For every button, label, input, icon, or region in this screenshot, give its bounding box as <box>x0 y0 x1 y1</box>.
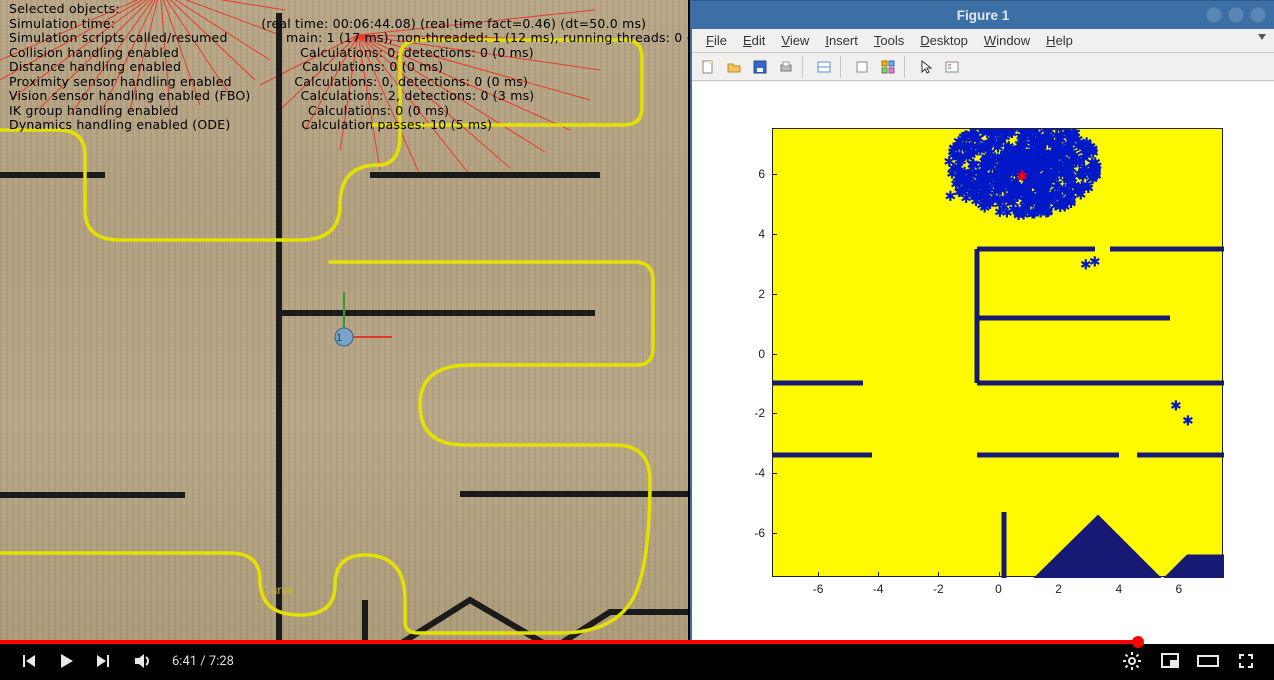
pointer-icon[interactable] <box>914 56 938 78</box>
svg-text:✱: ✱ <box>1087 169 1099 185</box>
ytick: 2 <box>758 287 765 301</box>
layout-grid-icon[interactable] <box>876 56 900 78</box>
sim-status-overlay: Selected objects: Simulation time: (real… <box>9 2 688 133</box>
chart-robot-estimate: ✱ <box>1016 168 1028 184</box>
ytick: -2 <box>754 406 765 420</box>
svg-text:1: 1 <box>336 332 342 344</box>
figure-titlebar[interactable]: Figure 1 <box>692 0 1274 29</box>
xtick: -2 <box>933 582 944 596</box>
menu-insert[interactable]: Insert <box>817 31 866 50</box>
svg-text:✱: ✱ <box>1089 254 1101 270</box>
svg-text:✱: ✱ <box>1047 166 1059 182</box>
svg-text:✱: ✱ <box>1016 168 1028 184</box>
settings-icon[interactable] <box>1118 647 1146 675</box>
ytick: -6 <box>754 526 765 540</box>
svg-text:✱: ✱ <box>1061 184 1073 200</box>
figure-title: Figure 1 <box>957 8 1010 23</box>
next-button[interactable] <box>90 647 118 675</box>
svg-text:✱: ✱ <box>1034 177 1046 193</box>
chevron-down-icon[interactable] <box>1258 34 1266 40</box>
menu-view[interactable]: View <box>773 31 817 50</box>
link-axes-icon[interactable] <box>812 56 836 78</box>
fullscreen-icon[interactable] <box>1232 647 1260 675</box>
close-icon[interactable] <box>1250 7 1266 23</box>
video-time: 6:41 / 7:28 <box>172 654 234 669</box>
menu-file[interactable]: File <box>698 31 735 50</box>
svg-text:✱: ✱ <box>947 160 959 176</box>
svg-text:✱: ✱ <box>945 188 957 204</box>
svg-text:✱: ✱ <box>974 129 986 135</box>
simulator-viewport[interactable]: 1 Selected objects: Simulation time: (re… <box>0 0 688 644</box>
xtick: -4 <box>873 582 884 596</box>
svg-text:✱: ✱ <box>1182 412 1194 428</box>
figure-menubar: File Edit View Insert Tools Desktop Wind… <box>692 29 1274 53</box>
new-file-icon[interactable] <box>696 56 720 78</box>
ytick: -4 <box>754 466 765 480</box>
svg-text:✱: ✱ <box>982 157 994 173</box>
xtick: -6 <box>813 582 824 596</box>
xtick: 0 <box>995 582 1002 596</box>
miniplayer-icon[interactable] <box>1156 647 1184 675</box>
curve-label: Curve <box>262 583 294 597</box>
xtick: 2 <box>1055 582 1062 596</box>
save-icon[interactable] <box>748 56 772 78</box>
play-button[interactable] <box>52 647 80 675</box>
ytick: 4 <box>758 227 765 241</box>
ytick: 0 <box>758 347 765 361</box>
open-folder-icon[interactable] <box>722 56 746 78</box>
svg-text:✱: ✱ <box>997 129 1009 135</box>
xtick: 6 <box>1176 582 1183 596</box>
menu-edit[interactable]: Edit <box>735 31 773 50</box>
layout-1-icon[interactable] <box>850 56 874 78</box>
insert-legend-icon[interactable] <box>940 56 964 78</box>
video-control-bar: 6:41 / 7:28 <box>0 644 1274 680</box>
matlab-figure-window: Figure 1 File Edit View Insert Tools Des… <box>690 0 1274 644</box>
svg-text:✱: ✱ <box>1065 153 1077 169</box>
svg-text:✱: ✱ <box>983 195 995 211</box>
svg-text:✱: ✱ <box>1035 205 1047 221</box>
maximize-icon[interactable] <box>1228 7 1244 23</box>
figure-canvas[interactable]: ✱✱✱✱✱✱✱✱✱✱✱✱✱✱✱✱✱✱✱✱✱✱✱✱✱✱✱✱✱✱✱✱✱✱✱✱✱✱✱✱… <box>692 82 1274 644</box>
chart-map <box>773 249 1224 578</box>
figure-toolbar <box>692 53 1274 81</box>
menu-tools[interactable]: Tools <box>866 31 912 50</box>
volume-icon[interactable] <box>128 647 156 675</box>
svg-text:✱: ✱ <box>1008 202 1020 218</box>
xtick: 4 <box>1115 582 1122 596</box>
svg-text:✱: ✱ <box>979 138 991 154</box>
menu-window[interactable]: Window <box>976 31 1038 50</box>
svg-text:✱: ✱ <box>1042 130 1054 146</box>
svg-text:✱: ✱ <box>994 196 1006 212</box>
svg-text:✱: ✱ <box>1003 181 1015 197</box>
chart-axes[interactable]: ✱✱✱✱✱✱✱✱✱✱✱✱✱✱✱✱✱✱✱✱✱✱✱✱✱✱✱✱✱✱✱✱✱✱✱✱✱✱✱✱… <box>772 128 1223 577</box>
svg-text:✱: ✱ <box>1013 129 1025 135</box>
previous-button[interactable] <box>14 647 42 675</box>
svg-text:✱: ✱ <box>960 190 972 206</box>
svg-text:✱: ✱ <box>1000 146 1012 162</box>
theater-icon[interactable] <box>1194 647 1222 675</box>
menu-help[interactable]: Help <box>1038 31 1081 50</box>
svg-text:✱: ✱ <box>951 138 963 154</box>
origin-gizmo: 1 <box>335 292 392 346</box>
svg-text:✱: ✱ <box>1170 397 1182 413</box>
svg-text:✱: ✱ <box>1070 129 1082 141</box>
print-icon[interactable] <box>774 56 798 78</box>
ytick: 6 <box>758 167 765 181</box>
svg-text:✱: ✱ <box>977 177 989 193</box>
minimize-icon[interactable] <box>1206 7 1222 23</box>
svg-text:✱: ✱ <box>1029 132 1041 148</box>
menu-desktop[interactable]: Desktop <box>912 31 976 50</box>
